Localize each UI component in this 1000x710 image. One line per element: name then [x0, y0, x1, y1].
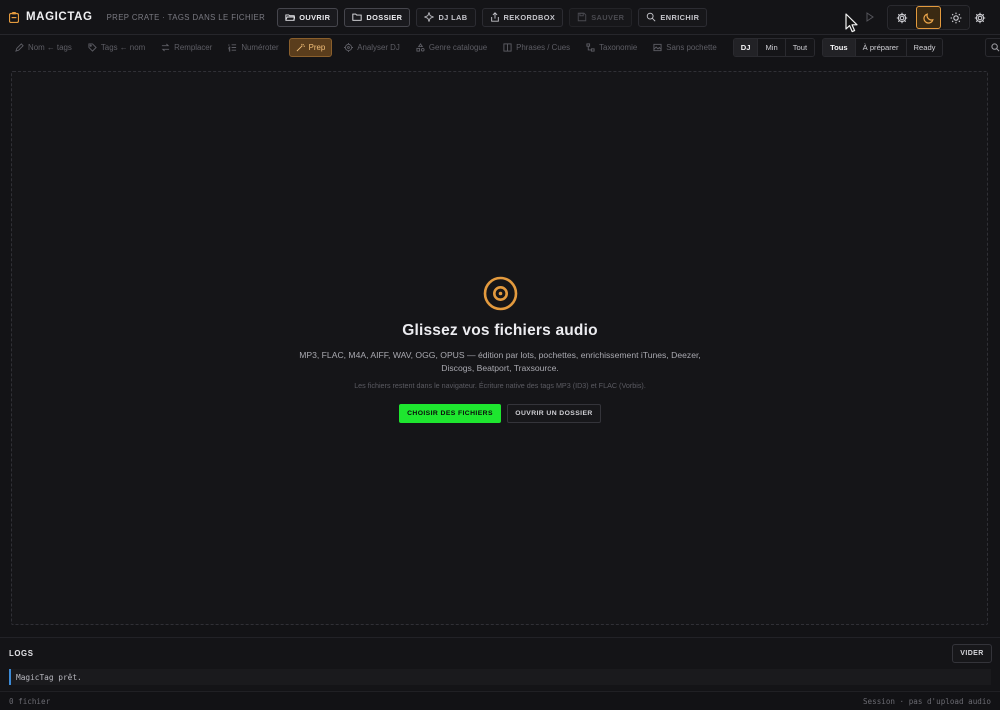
logs-title: LOGS	[9, 649, 34, 658]
filter-all[interactable]: Tous	[823, 39, 856, 56]
save-button-label: SAUVER	[591, 12, 625, 22]
tool-label: Numéroter	[241, 43, 279, 52]
drop-zone[interactable]	[11, 71, 988, 625]
search-button[interactable]	[985, 38, 1000, 57]
session-status: Session · pas d'upload audio	[862, 697, 991, 706]
top-actions: OUVRIR DOSSIER DJ LAB REKORDBOX SAUVER E…	[277, 7, 713, 27]
brand: MAGICTAG	[9, 11, 93, 23]
save-button[interactable]: SAUVER	[569, 7, 633, 27]
tool-label: Phrases / Cues	[516, 43, 571, 52]
export-icon	[490, 12, 499, 22]
tool-label: Analyser DJ	[357, 43, 400, 52]
enrich-button[interactable]: ENRICHIR	[638, 7, 708, 27]
open-folder-button[interactable]: OUVRIR UN DOSSIER	[507, 404, 601, 423]
view-mode-min[interactable]: Min	[758, 39, 786, 56]
app-name: MAGICTAG	[26, 11, 93, 23]
drop-zone-description: MP3, FLAC, M4A, AIFF, WAV, OGG, OPUS — é…	[299, 350, 701, 373]
open-button[interactable]: OUVRIR	[277, 7, 339, 27]
file-count: 0 fichier	[9, 697, 51, 706]
log-line: MagicTag prêt.	[9, 669, 991, 685]
settings-button[interactable]	[970, 8, 990, 28]
dj-lab-button-label: DJ LAB	[438, 12, 468, 22]
play-icon[interactable]	[866, 12, 874, 22]
light-theme-button[interactable]	[943, 6, 968, 29]
rekordbox-button-label: REKORDBOX	[503, 12, 556, 22]
tool-label: Sans pochette	[666, 43, 717, 52]
tool-analyze-dj[interactable]: Analyser DJ	[340, 38, 404, 57]
filter-ready[interactable]: Ready	[906, 39, 943, 56]
view-mode-all[interactable]: Tout	[785, 39, 815, 56]
gear-theme-button[interactable]	[889, 6, 914, 29]
folder-button[interactable]: DOSSIER	[344, 7, 411, 27]
wand-icon	[296, 43, 305, 52]
status-bar: 0 fichier Session · pas d'upload audio	[0, 691, 1000, 710]
replace-icon	[161, 43, 170, 52]
tool-genre-catalog[interactable]: Genre catalogue	[412, 38, 491, 57]
logs-panel: LOGS VIDER MagicTag prêt.	[0, 637, 1000, 690]
moon-icon	[922, 12, 934, 24]
image-off-icon	[653, 43, 662, 52]
sun-icon	[950, 12, 961, 23]
tool-tags-from-name[interactable]: Tags ← nom	[84, 38, 149, 57]
vinyl-disc-icon	[483, 276, 518, 311]
tool-label: Tags ← nom	[100, 43, 146, 52]
tool-label: Genre catalogue	[428, 43, 488, 52]
logo-icon	[9, 11, 19, 23]
theme-switcher	[887, 5, 970, 30]
tool-taxonomy[interactable]: Taxonomie	[582, 38, 641, 57]
save-icon	[577, 12, 587, 22]
tool-no-cover[interactable]: Sans pochette	[649, 38, 720, 57]
tool-phrases-cues[interactable]: Phrases / Cues	[499, 38, 574, 57]
dark-theme-button[interactable]	[916, 6, 941, 29]
status-filter-switch: Tous À préparer Ready	[822, 38, 944, 57]
tag-icon	[88, 43, 97, 52]
pen-icon	[15, 43, 24, 52]
tool-label: Nom ← tags	[28, 43, 72, 52]
choose-files-button[interactable]: CHOISIR DES FICHIERS	[399, 404, 501, 423]
drop-zone-title: Glissez vos fichiers audio	[402, 322, 598, 339]
rekordbox-button[interactable]: REKORDBOX	[481, 7, 564, 27]
columns-icon	[503, 43, 512, 52]
tool-label: Taxonomie	[599, 43, 638, 52]
tool-label: Prep	[308, 43, 326, 52]
enrich-button-label: ENRICHIR	[660, 12, 700, 22]
folder-icon	[352, 13, 362, 21]
mouse-cursor-icon	[845, 13, 858, 33]
tool-label: Remplacer	[174, 43, 213, 52]
dj-lab-button[interactable]: DJ LAB	[416, 7, 476, 27]
list-number-icon	[228, 44, 237, 52]
magic-search-icon	[647, 12, 656, 22]
tool-prep[interactable]: Prep	[288, 38, 333, 57]
target-icon	[344, 43, 354, 52]
folder-button-label: DOSSIER	[366, 12, 403, 22]
tool-bar: Nom ← tags Tags ← nom Remplacer Numérote…	[0, 35, 1000, 60]
app-tagline: PREP CRATE · TAGS DANS LE FICHIER	[106, 12, 266, 22]
tool-replace[interactable]: Remplacer	[157, 38, 216, 57]
shapes-icon	[416, 43, 425, 52]
gear-icon	[896, 12, 907, 23]
tool-number[interactable]: Numéroter	[224, 38, 282, 57]
tree-icon	[586, 43, 595, 52]
settings-icon	[974, 12, 986, 24]
clear-logs-button[interactable]: VIDER	[952, 644, 992, 663]
folder-open-icon	[285, 14, 296, 21]
view-mode-switch: DJ Min Tout	[732, 38, 816, 57]
sparkle-icon	[424, 12, 435, 22]
tool-name-from-tags[interactable]: Nom ← tags	[11, 38, 76, 57]
open-button-label: OUVRIR	[299, 12, 331, 22]
search-icon	[991, 43, 1000, 52]
filter-to-prepare[interactable]: À préparer	[855, 39, 907, 56]
view-mode-dj[interactable]: DJ	[733, 39, 759, 56]
drop-zone-note: Les fichiers restent dans le navigateur.…	[354, 381, 646, 390]
